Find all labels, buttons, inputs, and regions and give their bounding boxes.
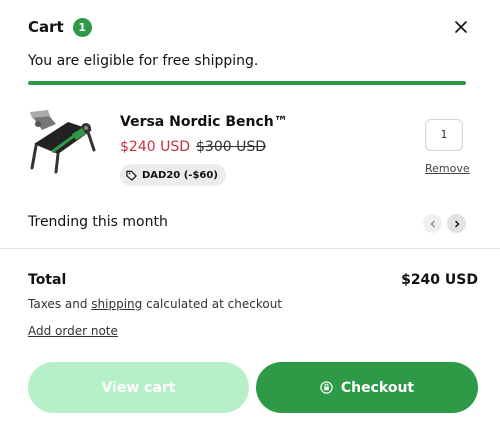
close-button[interactable] [450, 16, 472, 38]
product-price: $240 USD $300 USD [120, 139, 266, 155]
checkout-label: Checkout [340, 379, 415, 396]
product-name[interactable]: Versa Nordic Bench™ [120, 114, 288, 130]
trending-next-button[interactable] [447, 214, 466, 233]
close-icon [455, 21, 467, 33]
cart-drawer: Cart 1 You are eligible for free shippin… [0, 0, 500, 433]
discount-badge: DAD20 (-$60) [120, 164, 226, 186]
shipping-link[interactable]: shipping [91, 297, 142, 311]
tax-note-suffix: calculated at checkout [142, 297, 283, 311]
cart-count-badge: 1 [72, 17, 92, 37]
trending-prev-button[interactable] [423, 214, 442, 233]
checkout-button[interactable]: Checkout [256, 362, 478, 413]
original-price: $300 USD [196, 139, 266, 155]
view-cart-label: View cart [101, 379, 176, 396]
tax-note: Taxes and shipping calculated at checkou… [28, 297, 282, 311]
add-order-note-link[interactable]: Add order note [28, 324, 118, 338]
free-shipping-message: You are eligible for free shipping. [28, 53, 259, 69]
trending-heading: Trending this month [28, 214, 168, 230]
free-shipping-progress [28, 81, 466, 85]
free-shipping-progress-fill [28, 81, 466, 85]
cart-header: Cart 1 [28, 16, 472, 38]
sale-price: $240 USD [120, 139, 190, 155]
total-label: Total [28, 272, 67, 288]
summary-divider [0, 248, 500, 249]
product-image[interactable] [28, 108, 100, 178]
quantity-input[interactable]: 1 [425, 119, 463, 151]
tag-icon [126, 170, 137, 181]
remove-link[interactable]: Remove [425, 162, 470, 175]
lock-icon [320, 381, 333, 394]
discount-code: DAD20 (-$60) [142, 169, 218, 181]
tax-note-prefix: Taxes and [28, 297, 92, 311]
cart-title: Cart [28, 18, 64, 36]
chevron-left-icon [430, 220, 435, 227]
chevron-right-icon [454, 220, 459, 227]
view-cart-button[interactable]: View cart [28, 362, 249, 413]
total-value: $240 USD [401, 272, 478, 288]
